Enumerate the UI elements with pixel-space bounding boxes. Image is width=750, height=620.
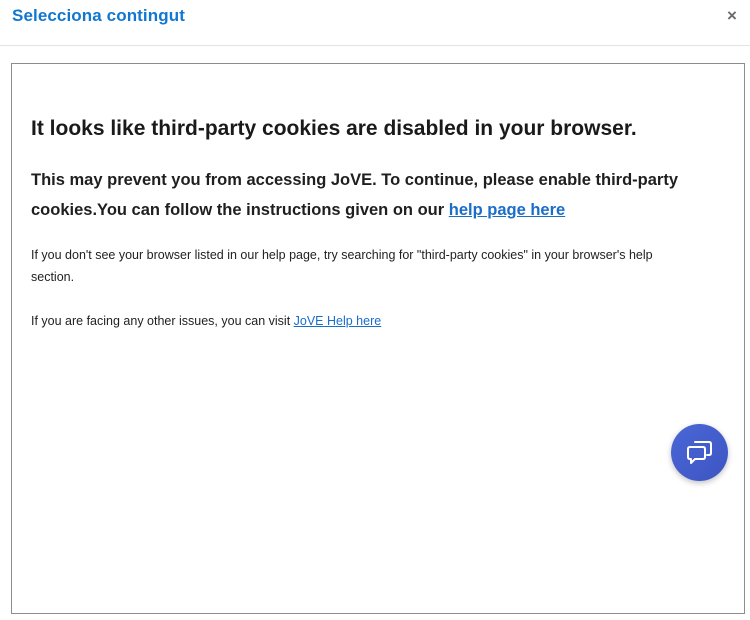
chat-button[interactable]: [671, 424, 728, 481]
select-content-dialog: Selecciona contingut × It looks like thi…: [0, 0, 750, 620]
jove-help-link[interactable]: JoVE Help here: [294, 314, 382, 328]
notice-lead: This may prevent you from accessing JoVE…: [31, 165, 691, 225]
close-button[interactable]: ×: [722, 6, 742, 26]
dialog-header: Selecciona contingut ×: [0, 0, 750, 46]
notice-other-issues-text: If you are facing any other issues, you …: [31, 314, 294, 328]
notice-browser-help: If you don't see your browser listed in …: [31, 248, 653, 284]
help-page-link[interactable]: help page here: [449, 201, 565, 219]
chat-bubbles-icon: [687, 441, 712, 464]
notice-heading: It looks like third-party cookies are di…: [31, 117, 637, 140]
notice-other-issues: If you are facing any other issues, you …: [31, 310, 691, 332]
dialog-title: Selecciona contingut: [12, 6, 185, 25]
cookie-notice: It looks like third-party cookies are di…: [31, 116, 691, 332]
notice-lead-text: This may prevent you from accessing JoVE…: [31, 171, 679, 219]
